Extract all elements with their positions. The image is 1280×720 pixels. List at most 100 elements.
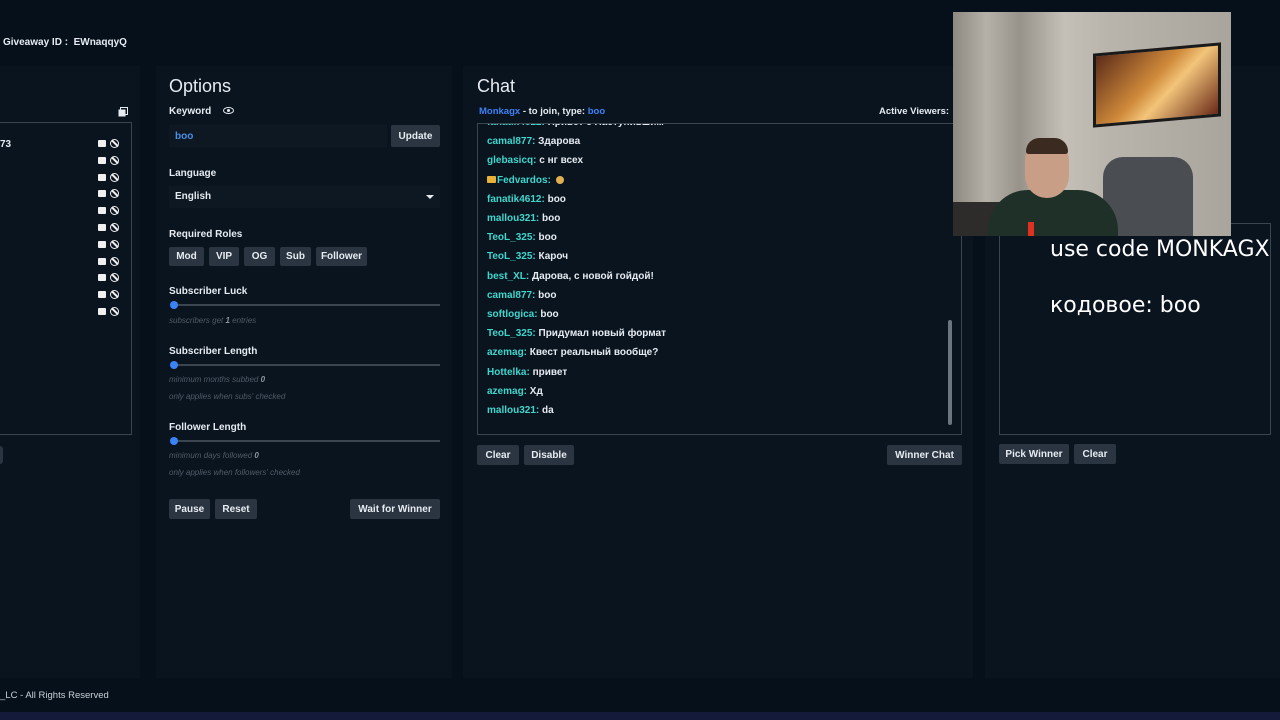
chat-username[interactable]: fanatik4612: [487,194,545,205]
join-text: - to join, type: [520,106,588,117]
chat-message: TeoL_325: boo [487,232,557,243]
follower-length-note: only applies when followers' checked [169,468,300,477]
chat-username[interactable]: azemag: [487,386,527,397]
entry-row [96,155,124,167]
subscriber-length-thumb[interactable] [170,361,178,369]
subscriber-luck-label: Subscriber Luck [169,286,248,297]
chat-text: boo [538,232,557,244]
pick-winner-button[interactable]: Pick Winner [999,444,1069,464]
chat-text: Кароч [538,251,569,263]
winner-chat-button[interactable]: Winner Chat [887,445,962,465]
entry-row [96,239,124,251]
subscriber-length-note: only applies when subs' checked [169,392,286,401]
chat-username[interactable]: TeoL_325: [487,232,536,243]
chat-message: TeoL_325: Кароч [487,251,568,262]
chat-scrollbar[interactable] [948,320,952,425]
role-follower-button[interactable]: Follower [316,247,367,266]
entry-row [96,272,124,284]
wait-for-winner-button[interactable]: Wait for Winner [350,499,440,519]
chat-username[interactable]: glebasicq: [487,155,536,166]
language-select[interactable]: English [169,186,440,208]
chat-username[interactable]: camal877: [487,136,535,147]
follower-length-slider[interactable] [170,437,440,445]
chat-clear-button[interactable]: Clear [477,445,519,465]
webcam-tv [1093,42,1221,128]
chat-username[interactable]: azemag: [487,347,527,358]
host-name[interactable]: Monkagx [479,106,520,117]
checkbox-icon[interactable] [98,207,106,215]
chat-username[interactable]: camal877: [487,290,535,301]
ban-icon[interactable] [110,155,119,165]
ban-icon[interactable] [110,290,119,300]
chat-message: glebasicq: с нг всех [487,155,583,166]
chat-text: Квест реальный вообще? [529,347,659,359]
ban-icon[interactable] [110,223,119,232]
chat-username[interactable]: Fedvardos: [497,175,551,186]
follower-length-value: 0 [254,451,259,460]
chat-username[interactable]: softlogica: [487,309,538,320]
chat-username[interactable]: TeoL_325: [487,328,536,339]
ban-icon[interactable] [110,256,119,266]
checkbox-icon[interactable] [98,291,106,299]
chat-username[interactable]: Hottelka: [487,367,530,378]
chat-text: привет [532,366,568,378]
chat-username[interactable]: fanatik4612: [487,124,545,128]
chat-text: Дарова, с новой гойдой! [532,270,654,282]
role-sub-button[interactable]: Sub [280,247,311,266]
webcam-red-object [1028,222,1034,236]
chat-username[interactable]: mallou321: [487,405,539,416]
subscriber-length-slider[interactable] [170,361,440,369]
chat-text: Здарова [538,136,581,148]
checkbox-icon[interactable] [98,257,106,265]
checkbox-icon[interactable] [98,308,106,315]
update-button[interactable]: Update [391,125,440,147]
winner-clear-button[interactable]: Clear [1074,444,1116,464]
pause-button[interactable]: Pause [169,499,210,519]
checkbox-icon[interactable] [98,140,106,147]
subscriber-luck-value: 1 [225,316,230,325]
subscriber-length-value: 0 [260,375,266,384]
overlay-code-text: use code MONKAGX [1050,237,1270,262]
entry-row [96,188,124,200]
role-og-button[interactable]: OG [244,247,275,266]
eye-icon[interactable] [223,107,234,114]
follower-length-thumb[interactable] [170,437,178,445]
ban-icon[interactable] [110,139,119,148]
chat-message: azemag: Квест реальный вообще? [487,347,658,358]
chat-text: boo [542,213,561,224]
ban-icon[interactable] [110,206,119,216]
chat-text: Хд [529,385,543,397]
role-mod-button[interactable]: Mod [169,247,204,266]
checkbox-icon[interactable] [98,240,106,248]
checkbox-icon[interactable] [98,224,106,231]
chat-text: Придумал новый формат [538,328,667,340]
subscriber-luck-slider[interactable] [170,301,440,309]
ban-icon[interactable] [110,273,119,283]
required-roles-label: Required Roles [169,229,243,240]
entries-action-button[interactable] [0,446,3,464]
reset-button[interactable]: Reset [215,499,257,519]
chat-text: boo [538,289,557,301]
ban-icon[interactable] [110,172,119,182]
ban-icon[interactable] [110,189,119,199]
emoji-icon [555,175,564,184]
checkbox-icon[interactable] [98,156,106,164]
chat-panel: Chat Monkagx - to join, type: boo Active… [463,66,973,678]
role-vip-button[interactable]: VIP [209,247,239,266]
chat-username[interactable]: mallou321: [487,213,539,224]
keyword-input[interactable] [169,125,387,147]
chat-username[interactable]: TeoL_325: [487,251,536,262]
entry-row [96,289,124,301]
checkbox-icon[interactable] [98,190,106,198]
chat-disable-button[interactable]: Disable [524,445,574,465]
chat-log[interactable]: fanatik4612: Привет с Наступившим camal87… [477,123,962,435]
webcam-person-hair [1026,138,1068,154]
language-label: Language [169,168,217,179]
ban-icon[interactable] [110,239,119,249]
chat-username[interactable]: best_XL: [487,271,529,282]
copy-icon[interactable] [118,104,128,117]
checkbox-icon[interactable] [98,173,106,181]
ban-icon[interactable] [110,307,119,316]
subscriber-luck-thumb[interactable] [170,301,178,309]
checkbox-icon[interactable] [98,274,106,282]
